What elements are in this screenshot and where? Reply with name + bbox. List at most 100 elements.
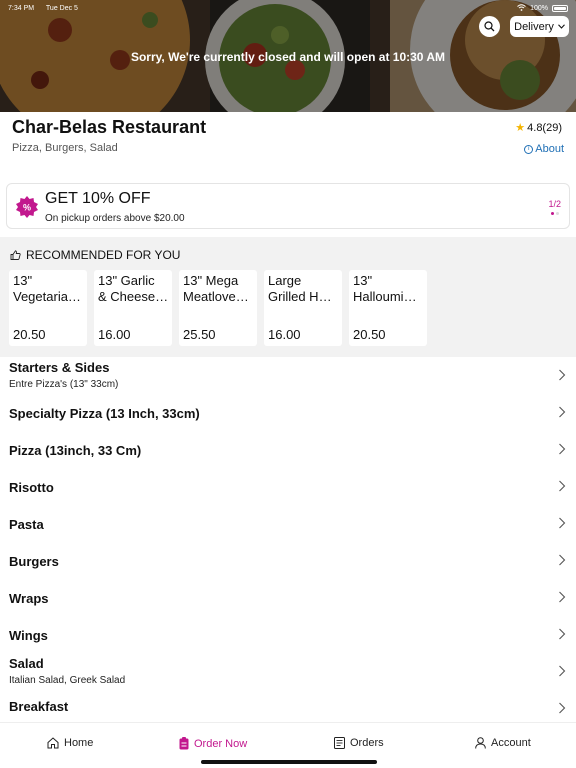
category-pizza[interactable]: Pizza (13inch, 33 Cm) (0, 431, 576, 468)
category-name: Burgers (9, 554, 59, 569)
promo-title: GET 10% OFF (45, 190, 151, 207)
home-indicator (201, 760, 377, 764)
category-name: Starters & Sides (9, 360, 110, 375)
nav-order-now[interactable]: Order Now (179, 737, 247, 750)
category-specialty-pizza[interactable]: Specialty Pizza (13 Inch, 33cm) (0, 394, 576, 431)
recommended-heading: RECOMMENDED FOR YOU (10, 248, 180, 262)
promo-pager: 1/2 (548, 199, 561, 209)
item-price: 16.00 (98, 327, 131, 342)
item-price: 25.50 (183, 327, 216, 342)
category-name: Pasta (9, 517, 44, 532)
chevron-right-icon (559, 369, 566, 381)
category-name: Wings (9, 628, 48, 643)
hero-banner: 7:34 PM Tue Dec 5 100% Delivery Sorry, W… (0, 0, 576, 112)
recommended-section: RECOMMENDED FOR YOU 13" Vegetaria… 20.50 … (0, 237, 576, 357)
closed-message: Sorry, We're currently closed and will o… (130, 50, 446, 64)
search-icon (484, 21, 495, 32)
nav-home-label: Home (64, 737, 94, 749)
category-subtitle: Italian Salad, Greek Salad (9, 675, 126, 686)
recommended-item[interactable]: 13" Vegetaria… 20.50 (9, 270, 87, 346)
category-pasta[interactable]: Pasta (0, 505, 576, 542)
nav-order-now-label: Order Now (194, 737, 248, 750)
discount-badge-icon: % (16, 196, 38, 218)
item-name: 13" (353, 273, 373, 288)
chevron-right-icon (559, 628, 566, 640)
category-name: Pizza (13inch, 33 Cm) (9, 443, 142, 458)
svg-text:%: % (23, 203, 31, 213)
info-icon: i (524, 144, 534, 154)
category-wraps[interactable]: Wraps (0, 579, 576, 616)
chevron-right-icon (559, 480, 566, 492)
recommended-item[interactable]: 13" Mega Meatlove… 25.50 (179, 270, 257, 346)
item-name: 13" Garlic (98, 273, 155, 288)
recommended-item[interactable]: 13" Garlic & Cheese… 16.00 (94, 270, 172, 346)
recommended-item[interactable]: 13" Halloumi… 20.50 (349, 270, 427, 346)
category-name: Breakfast (9, 699, 69, 714)
item-name: 13" Mega (183, 273, 239, 288)
category-risotto[interactable]: Risotto (0, 468, 576, 505)
nav-orders[interactable]: Orders (334, 737, 384, 749)
status-date: Tue Dec 5 (45, 4, 78, 12)
chevron-right-icon (559, 443, 566, 455)
item-name: Vegetaria… (13, 289, 81, 304)
recommended-item[interactable]: Large Grilled H… 16.00 (264, 270, 342, 346)
category-name: Specialty Pizza (13 Inch, 33cm) (9, 406, 200, 421)
nav-home[interactable]: Home (47, 737, 93, 749)
item-price: 20.50 (13, 327, 46, 342)
item-name: Large (268, 273, 302, 288)
category-subtitle: Entre Pizza's (13" 33cm) (9, 379, 119, 390)
category-burgers[interactable]: Burgers (0, 542, 576, 579)
promo-card[interactable]: % GET 10% OFF On pickup orders above $20… (6, 183, 570, 229)
chevron-right-icon (559, 554, 566, 566)
category-salad[interactable]: Salad Italian Salad, Greek Salad (0, 653, 576, 690)
chevron-right-icon (559, 406, 566, 418)
promo-dot (556, 212, 559, 215)
item-price: 16.00 (268, 327, 301, 342)
status-bar: 7:34 PM Tue Dec 5 100% (8, 2, 568, 14)
chevron-right-icon (559, 665, 566, 677)
item-name: & Cheese… (98, 289, 169, 304)
chevron-right-icon (559, 591, 566, 603)
battery-percent: 100% (530, 4, 548, 12)
item-price: 20.50 (353, 327, 386, 342)
nav-account-label: Account (491, 737, 531, 749)
item-name: Grilled H… (268, 289, 332, 304)
rating-value: 4.8(29) (527, 121, 562, 134)
nav-account[interactable]: Account (475, 737, 531, 749)
about-label: About (535, 143, 564, 155)
user-icon (475, 737, 486, 749)
chevron-down-icon (557, 24, 565, 29)
category-name: Wraps (9, 591, 49, 606)
recommended-title: RECOMMENDED FOR YOU (26, 248, 181, 262)
home-icon (47, 737, 59, 749)
category-wings[interactable]: Wings (0, 616, 576, 653)
thumbs-up-icon (10, 250, 21, 260)
battery-icon (552, 4, 568, 12)
delivery-label: Delivery (514, 20, 554, 33)
recommended-list: 13" Vegetaria… 20.50 13" Garlic & Cheese… … (9, 270, 427, 346)
promo-subtitle: On pickup orders above $20.00 (45, 213, 185, 224)
promo-dot-active (551, 212, 554, 215)
search-button[interactable] (479, 16, 500, 37)
receipt-icon (334, 737, 345, 749)
promo-dots (551, 212, 559, 215)
item-name: Meatlove… (183, 289, 249, 304)
chevron-right-icon (559, 702, 566, 714)
star-icon: ★ (515, 122, 526, 134)
item-name: Halloumi… (353, 289, 417, 304)
menu-categories: Starters & Sides Entre Pizza's (13" 33cm… (0, 357, 576, 727)
delivery-mode-select[interactable]: Delivery (510, 16, 569, 37)
category-starters-sides[interactable]: Starters & Sides Entre Pizza's (13" 33cm… (0, 357, 576, 394)
wifi-icon (517, 3, 526, 13)
nav-orders-label: Orders (350, 737, 384, 749)
category-name: Salad (9, 656, 44, 671)
about-link[interactable]: i About (524, 143, 564, 155)
restaurant-cuisines: Pizza, Burgers, Salad (12, 142, 118, 154)
item-name: 13" (13, 273, 33, 288)
order-icon (179, 737, 189, 750)
chevron-right-icon (559, 517, 566, 529)
category-name: Risotto (9, 480, 54, 495)
rating[interactable]: ★ 4.8(29) (515, 121, 562, 135)
restaurant-name: Char-Belas Restaurant (12, 117, 207, 137)
status-time: 7:34 PM (8, 4, 35, 12)
